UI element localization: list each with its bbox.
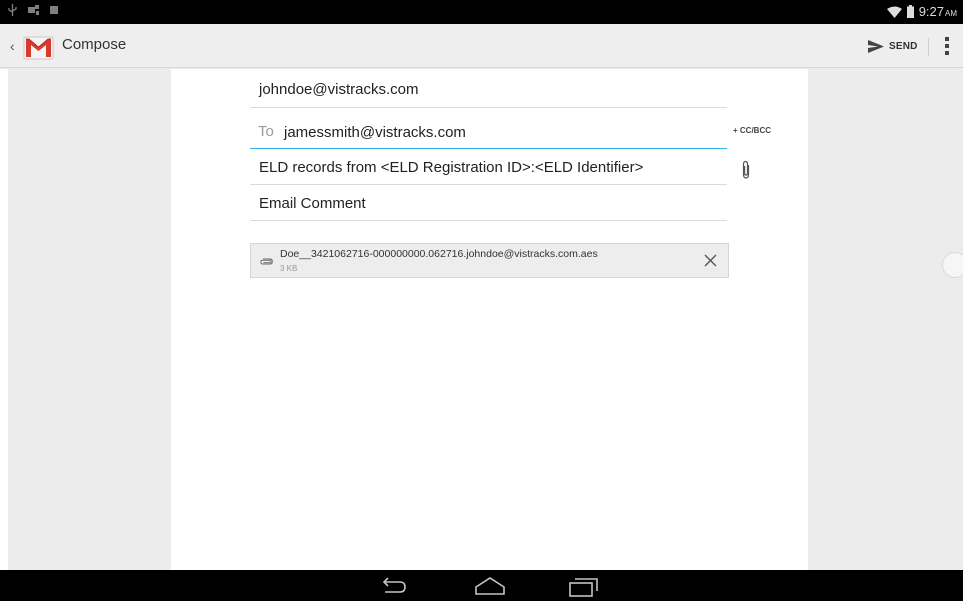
from-field[interactable]: johndoe@vistracks.com — [250, 77, 727, 108]
attachment-name: Doe__3421062716-000000000.062716.johndoe… — [280, 248, 598, 260]
right-gutter — [808, 69, 963, 570]
action-bar-divider — [928, 38, 929, 56]
battery-icon — [906, 5, 914, 18]
paperclip-icon[interactable] — [740, 160, 752, 180]
attachment-clip-icon — [260, 258, 273, 265]
navigation-bar — [0, 570, 963, 601]
overflow-dot — [945, 44, 949, 48]
subject-field[interactable]: ELD records from <ELD Registration ID>:<… — [250, 157, 727, 185]
left-gutter — [8, 69, 171, 570]
up-caret-icon[interactable]: ‹ — [10, 38, 15, 54]
from-value: johndoe@vistracks.com — [259, 81, 419, 98]
comment-value: Email Comment — [259, 195, 366, 212]
attachment-size: 3 KB — [280, 264, 298, 273]
to-field[interactable]: To jamessmith@vistracks.com — [250, 121, 727, 149]
send-button-label: SEND — [889, 40, 918, 52]
status-bar: 9:27AM — [0, 0, 963, 24]
compose-card: johndoe@vistracks.com To jamessmith@vist… — [171, 69, 808, 570]
recents-icon[interactable] — [567, 574, 601, 598]
attachment-chip[interactable]: Doe__3421062716-000000000.062716.johndoe… — [250, 243, 729, 278]
to-value: jamessmith@vistracks.com — [284, 124, 466, 141]
overflow-dot — [945, 37, 949, 41]
subject-value: ELD records from <ELD Registration ID>:<… — [259, 159, 644, 176]
notification-square-icon — [50, 6, 58, 14]
left-edge — [0, 69, 8, 570]
gmail-logo-icon[interactable] — [22, 29, 55, 62]
close-icon[interactable] — [703, 253, 718, 268]
action-bar: ‹ Compose SEND — [0, 24, 963, 68]
status-bar-right: 9:27AM — [886, 4, 957, 19]
screen: 9:27AM ‹ Compose SEND johndoe@vistracks.… — [0, 0, 963, 601]
usb-icon — [8, 4, 17, 16]
home-icon[interactable] — [473, 574, 507, 598]
scroll-handle[interactable] — [942, 252, 963, 278]
send-icon — [868, 39, 884, 53]
send-button[interactable]: SEND — [868, 33, 918, 59]
status-time-ampm: AM — [945, 9, 957, 18]
wifi-icon — [886, 6, 902, 18]
android-debug-icon — [28, 5, 39, 15]
overflow-menu-icon[interactable] — [937, 34, 957, 58]
overflow-dot — [945, 51, 949, 55]
cc-bcc-button[interactable]: + CC/BCC — [733, 126, 771, 135]
comment-field[interactable]: Email Comment — [250, 193, 727, 221]
to-label: To — [258, 123, 274, 140]
back-icon[interactable] — [376, 574, 410, 598]
status-bar-left — [8, 4, 59, 16]
action-bar-title: Compose — [62, 36, 127, 53]
status-time: 9:27AM — [918, 4, 957, 19]
